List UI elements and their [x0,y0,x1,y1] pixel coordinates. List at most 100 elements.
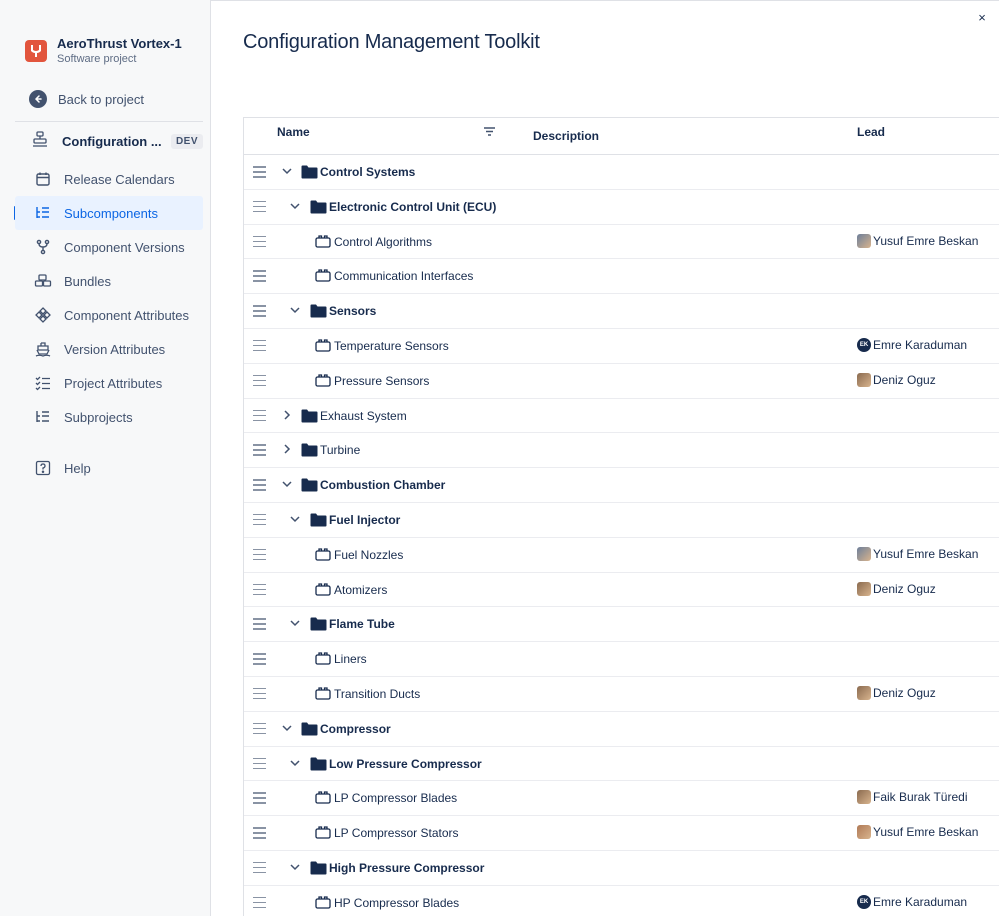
sidebar-item-component-attributes[interactable]: Component Attributes [15,298,203,332]
table-row[interactable]: Atomizers Deniz Oguz [244,573,999,608]
table-row[interactable]: Exhaust System [244,399,999,434]
sidebar-item-subprojects[interactable]: Subprojects [15,400,203,434]
drag-handle-icon[interactable] [253,861,266,874]
tree-list-icon [34,408,52,426]
table-row[interactable]: High Pressure Compressor [244,851,999,886]
drag-handle-icon[interactable] [253,270,266,282]
table-row[interactable]: Communication Interfaces [244,259,999,295]
chevron-down-icon[interactable] [289,512,301,524]
drag-handle-icon[interactable] [253,200,266,213]
table-row[interactable]: HP Compressor Blades EK Emre Karaduman [244,886,999,916]
table-row[interactable]: Fuel Injector [244,503,999,538]
sidebar-item-bundles[interactable]: Bundles [15,264,203,298]
row-name[interactable]: Control Systems [320,165,415,179]
table-row[interactable]: Combustion Chamber [244,468,999,503]
sidebar-item-label: Version Attributes [64,341,166,357]
drag-handle-icon[interactable] [253,583,266,596]
table-row[interactable]: Turbine [244,433,999,469]
drag-handle-icon[interactable] [253,653,266,665]
row-name[interactable]: Pressure Sensors [334,374,429,388]
table-row[interactable]: Liners [244,642,999,677]
table-row[interactable]: Control Systems [244,155,999,190]
close-button[interactable]: × [975,11,989,25]
row-name[interactable]: HP Compressor Blades [334,896,459,910]
column-header-name[interactable]: Name [277,125,310,139]
drag-handle-icon[interactable] [253,479,266,491]
row-name[interactable]: Fuel Injector [329,513,400,527]
chevron-down-icon[interactable] [289,303,301,315]
chevron-down-icon[interactable] [289,860,301,872]
row-name[interactable]: Control Algorithms [334,235,432,249]
chevron-down-icon[interactable] [281,164,293,176]
drag-handle-icon[interactable] [253,722,266,735]
chevron-down-icon[interactable] [289,199,301,211]
row-name[interactable]: Transition Ducts [334,687,420,701]
project-header[interactable]: AeroThrust Vortex-1 Software project [25,36,182,65]
column-header-description[interactable]: Description [533,129,599,143]
row-name[interactable]: Flame Tube [329,617,395,631]
row-name[interactable]: LP Compressor Stators [334,826,459,840]
row-name[interactable]: Low Pressure Compressor [329,757,482,771]
chevron-right-icon[interactable] [281,408,293,420]
row-name[interactable]: Sensors [329,304,376,318]
sidebar-item-project-attributes[interactable]: Project Attributes [15,366,203,400]
sidebar-item-component-versions[interactable]: Component Versions [15,230,203,264]
row-name[interactable]: Communication Interfaces [334,269,473,283]
drag-handle-icon[interactable] [253,444,266,456]
drag-handle-icon[interactable] [253,896,266,909]
table-row[interactable]: Flame Tube [244,607,999,643]
chevron-down-icon[interactable] [281,721,293,733]
table-row[interactable]: Transition Ducts Deniz Oguz [244,677,999,712]
table-row[interactable]: LP Compressor Stators Yusuf Emre Beskan [244,816,999,851]
drag-handle-icon[interactable] [253,374,266,387]
chevron-right-icon[interactable] [281,442,293,454]
drag-handle-icon[interactable] [253,305,266,317]
table-row[interactable]: Pressure Sensors Deniz Oguz [244,364,999,399]
app-context-header[interactable]: Configuration ... DEV [31,130,203,153]
table-row[interactable]: Temperature Sensors EK Emre Karaduman [244,329,999,364]
drag-handle-icon[interactable] [253,409,266,422]
row-name[interactable]: Fuel Nozzles [334,548,403,562]
drag-handle-icon[interactable] [253,757,266,770]
sidebar: AeroThrust Vortex-1 Software project Bac… [0,0,211,916]
row-name[interactable]: Temperature Sensors [334,339,449,353]
drag-handle-icon[interactable] [253,166,266,178]
chevron-down-icon[interactable] [289,756,301,768]
drag-handle-icon[interactable] [253,339,266,352]
row-name[interactable]: Electronic Control Unit (ECU) [329,200,496,214]
table-row[interactable]: LP Compressor Blades Faik Burak Türedi [244,781,999,817]
drag-handle-icon[interactable] [253,827,266,839]
column-header-lead[interactable]: Lead [857,125,885,139]
drag-handle-icon[interactable] [253,513,266,526]
drag-handle-icon[interactable] [253,548,266,561]
avatar [857,685,871,700]
component-icon [315,582,331,597]
sidebar-item-subcomponents[interactable]: Subcomponents [15,196,203,230]
table-row[interactable]: Compressor [244,712,999,747]
table-row[interactable]: Low Pressure Compressor [244,747,999,782]
sidebar-item-help[interactable]: Help [15,451,203,485]
back-to-project-link[interactable]: Back to project [29,90,144,108]
drag-handle-icon[interactable] [253,235,266,248]
row-name[interactable]: Atomizers [334,583,387,597]
row-name[interactable]: Turbine [320,443,360,457]
table-row[interactable]: Electronic Control Unit (ECU) [244,190,999,225]
row-name[interactable]: Compressor [320,722,391,736]
folder-icon [301,165,318,179]
chevron-down-icon[interactable] [289,616,301,628]
row-name[interactable]: Combustion Chamber [320,478,445,492]
table-row[interactable]: Control Algorithms Yusuf Emre Beskan [244,225,999,260]
row-name[interactable]: Exhaust System [320,409,407,423]
row-name[interactable]: High Pressure Compressor [329,861,484,875]
drag-handle-icon[interactable] [253,792,266,804]
sidebar-item-release-calendars[interactable]: Release Calendars [15,162,203,196]
table-row[interactable]: Sensors [244,294,999,329]
drag-handle-icon[interactable] [253,618,266,630]
row-name[interactable]: Liners [334,652,367,666]
sidebar-item-version-attributes[interactable]: Version Attributes [15,332,203,366]
table-row[interactable]: Fuel Nozzles Yusuf Emre Beskan [244,538,999,573]
drag-handle-icon[interactable] [253,687,266,700]
row-name[interactable]: LP Compressor Blades [334,791,457,805]
chevron-down-icon[interactable] [281,477,293,489]
filter-icon[interactable] [483,124,496,142]
